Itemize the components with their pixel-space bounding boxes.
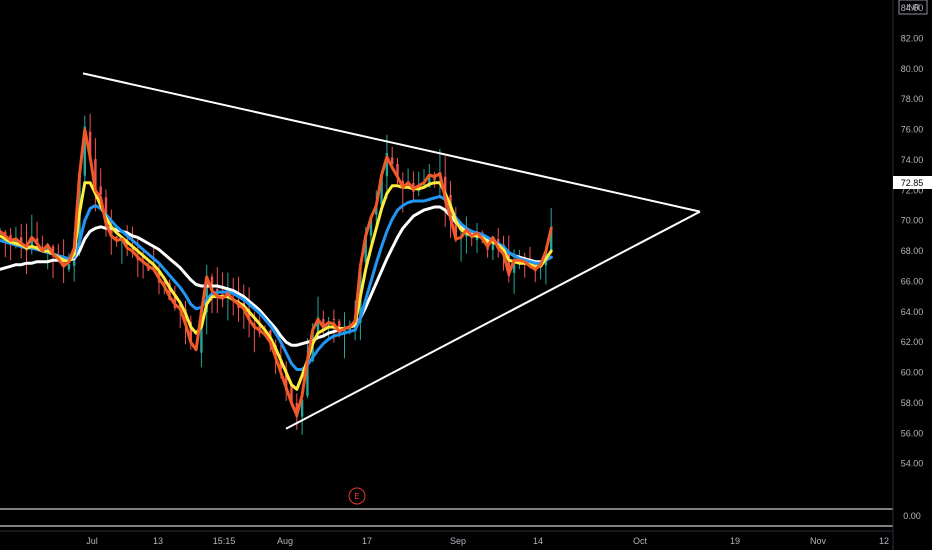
earnings-event-marker[interactable]: E [348, 487, 366, 505]
time-tick-label: 19 [730, 536, 740, 546]
time-tick-label: Oct [633, 536, 648, 546]
candle-body [99, 186, 102, 195]
currency-label: INR [906, 3, 920, 12]
time-tick-label: 13 [153, 536, 163, 546]
price-tick-label: 76.00 [901, 125, 924, 135]
time-tick-label: 17 [362, 536, 372, 546]
price-tick-label: 62.00 [901, 337, 924, 347]
time-tick-label: 14 [533, 536, 543, 546]
time-tick-label: Nov [810, 536, 827, 546]
price-tick-label: 66.00 [901, 276, 924, 286]
price-tick-label: 74.00 [901, 155, 924, 165]
volume-axis-label: 0.00 [903, 511, 921, 521]
price-tick-label: 56.00 [901, 428, 924, 438]
price-tick-label: 82.00 [901, 33, 924, 43]
last-price-label: 72.85 [901, 178, 924, 188]
time-tick-label: Jul [86, 536, 98, 546]
price-tick-label: 58.00 [901, 398, 924, 408]
chart-background [0, 0, 932, 550]
price-tick-label: 60.00 [901, 368, 924, 378]
price-tick-label: 70.00 [901, 216, 924, 226]
price-chart[interactable]: 84.0082.0080.0078.0076.0074.0072.0070.00… [0, 0, 932, 550]
time-tick-label: 15:15 [213, 536, 236, 546]
price-tick-label: 68.00 [901, 246, 924, 256]
candle-body [67, 264, 71, 270]
time-tick-label: Aug [277, 536, 293, 546]
earnings-event-label: E [354, 492, 359, 501]
time-tick-label: 12 [879, 536, 889, 546]
price-tick-label: 64.00 [901, 307, 924, 317]
candle-body [332, 318, 336, 320]
price-tick-label: 78.00 [901, 94, 924, 104]
price-tick-label: 80.00 [901, 64, 924, 74]
last-price-marker: 72.85 [893, 176, 932, 189]
time-tick-label: Sep [450, 536, 466, 546]
price-tick-label: 54.00 [901, 459, 924, 469]
